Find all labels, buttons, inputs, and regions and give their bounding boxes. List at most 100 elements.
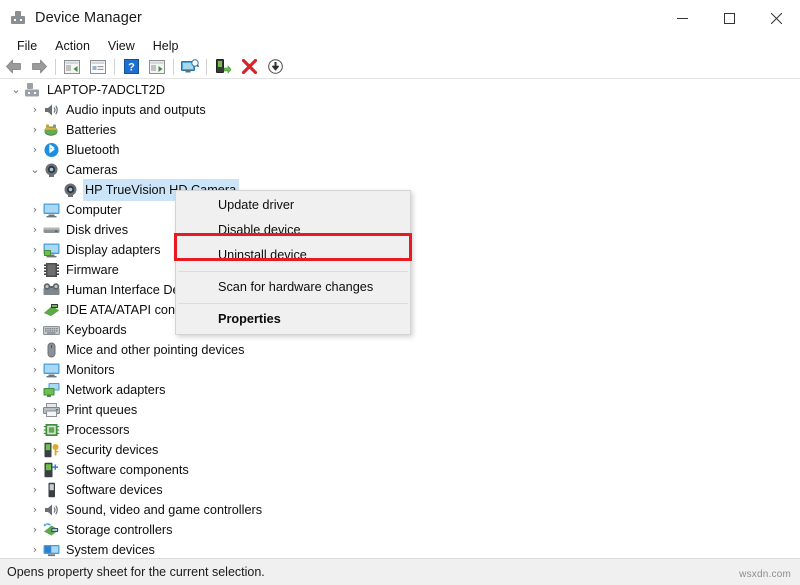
tree-item-label: Monitors [66, 363, 115, 377]
menu-file[interactable]: File [8, 37, 46, 55]
chevron-right-icon[interactable]: › [27, 440, 43, 460]
context-menu[interactable]: Update driver Disable device Uninstall dev… [175, 190, 411, 335]
chevron-right-icon[interactable]: › [27, 280, 43, 300]
tree-item-laptop-7adclt2d[interactable]: ⌄ LAPTOP-7ADCLT2D [0, 80, 800, 100]
close-button[interactable] [753, 0, 800, 36]
chevron-right-icon[interactable]: › [27, 260, 43, 280]
minimize-button[interactable] [659, 0, 706, 36]
menu-action[interactable]: Action [46, 37, 99, 55]
menu-view[interactable]: View [99, 37, 144, 55]
help-icon[interactable]: ? [118, 56, 144, 78]
tree-item-system-devices[interactable]: › System devices [0, 540, 800, 558]
tree-item-label: Network adapters [66, 383, 166, 397]
scan-for-hardware-changes-icon[interactable] [177, 56, 203, 78]
tree-item-monitors[interactable]: › Monitors [0, 360, 800, 380]
hid-icon [43, 282, 60, 298]
battery-icon [43, 122, 60, 138]
show-hidden-devices-icon[interactable] [59, 56, 85, 78]
chevron-right-icon[interactable]: › [27, 200, 43, 220]
window-controls [659, 0, 800, 36]
tree-item-label: Disk drives [66, 223, 129, 237]
camera-icon [62, 182, 79, 198]
update-driver-icon[interactable] [144, 56, 170, 78]
context-menu-separator [178, 271, 408, 272]
chevron-right-icon[interactable]: › [27, 520, 43, 540]
chevron-right-icon[interactable]: › [27, 220, 43, 240]
maximize-button[interactable] [706, 0, 753, 36]
title-bar: Device Manager [0, 0, 800, 36]
tree-item-label: System devices [66, 543, 155, 557]
properties-icon[interactable] [85, 56, 111, 78]
toolbar: ? [0, 55, 800, 79]
download-icon[interactable] [262, 56, 288, 78]
tree-item-batteries[interactable]: › Batteries [0, 120, 800, 140]
disk-drive-icon [43, 222, 60, 238]
display-adapter-icon [43, 242, 60, 258]
tree-item-label: Batteries [66, 123, 117, 137]
add-device-icon[interactable] [210, 56, 236, 78]
chevron-right-icon[interactable]: › [27, 460, 43, 480]
storage-controller-icon [43, 522, 60, 538]
camera-icon [43, 162, 60, 178]
tree-item-label: Security devices [66, 443, 159, 457]
monitor-icon [43, 202, 60, 218]
tree-item-processors[interactable]: › Processors [0, 420, 800, 440]
tree-item-label: Cameras [66, 163, 118, 177]
chevron-down-icon[interactable]: ⌄ [8, 80, 24, 100]
chevron-right-icon[interactable]: › [27, 240, 43, 260]
tree-item-label: Display adapters [66, 243, 161, 257]
status-bar: Opens property sheet for the current sel… [0, 558, 800, 585]
chevron-right-icon[interactable]: › [27, 360, 43, 380]
chevron-right-icon[interactable]: › [27, 380, 43, 400]
context-menu-item-uninstall-device[interactable]: Uninstall device [176, 243, 410, 268]
tree-item-software-devices[interactable]: › Software devices [0, 480, 800, 500]
tree-item-label: Sound, video and game controllers [66, 503, 263, 517]
uninstall-device-icon[interactable] [236, 56, 262, 78]
chevron-right-icon[interactable]: › [27, 500, 43, 520]
tree-item-cameras[interactable]: ⌄ Cameras [0, 160, 800, 180]
chevron-right-icon[interactable]: › [27, 400, 43, 420]
tree-item-storage-controllers[interactable]: › Storage controllers [0, 520, 800, 540]
network-adapter-icon [43, 382, 60, 398]
status-text: Opens property sheet for the current sel… [7, 565, 265, 579]
chevron-right-icon[interactable]: › [27, 140, 43, 160]
device-manager-icon [10, 10, 26, 26]
svg-text:?: ? [128, 62, 135, 74]
software-device-icon [43, 482, 60, 498]
tree-item-audio-inputs-and-outputs[interactable]: › Audio inputs and outputs [0, 100, 800, 120]
context-menu-separator [178, 303, 408, 304]
context-menu-item-scan-for-hardware-changes[interactable]: Scan for hardware changes [176, 275, 410, 300]
chevron-right-icon[interactable]: › [27, 300, 43, 320]
keyboard-icon [43, 322, 60, 338]
context-menu-item-update-driver[interactable]: Update driver [176, 193, 410, 218]
mouse-icon [43, 342, 60, 358]
tree-item-security-devices[interactable]: › Security devices [0, 440, 800, 460]
speaker-icon [43, 502, 60, 518]
tree-item-network-adapters[interactable]: › Network adapters [0, 380, 800, 400]
tree-item-label: Print queues [66, 403, 138, 417]
tree-item-print-queues[interactable]: › Print queues [0, 400, 800, 420]
back-icon[interactable] [0, 56, 26, 78]
tree-item-label: Mice and other pointing devices [66, 343, 245, 357]
watermark: wsxdn.com [739, 569, 791, 580]
chevron-right-icon[interactable]: › [27, 340, 43, 360]
tree-item-mice-and-other-pointing-devices[interactable]: › Mice and other pointing devices [0, 340, 800, 360]
chevron-right-icon[interactable]: › [27, 120, 43, 140]
forward-icon[interactable] [26, 56, 52, 78]
tree-item-software-components[interactable]: › Software components [0, 460, 800, 480]
chevron-down-icon[interactable]: ⌄ [27, 160, 43, 180]
tree-item-sound-video-and-game-controllers[interactable]: › Sound, video and game controllers [0, 500, 800, 520]
toolbar-separator-1 [55, 58, 56, 75]
tree-item-bluetooth[interactable]: › Bluetooth [0, 140, 800, 160]
toolbar-separator-3 [173, 58, 174, 75]
chevron-right-icon[interactable]: › [27, 480, 43, 500]
processor-icon [43, 422, 60, 438]
chevron-right-icon[interactable]: › [27, 320, 43, 340]
menu-help[interactable]: Help [144, 37, 188, 55]
context-menu-item-properties[interactable]: Properties [176, 307, 410, 332]
chevron-right-icon[interactable]: › [27, 540, 43, 558]
tree-item-label: Firmware [66, 263, 119, 277]
chevron-right-icon[interactable]: › [27, 100, 43, 120]
chevron-right-icon[interactable]: › [27, 420, 43, 440]
context-menu-item-disable-device[interactable]: Disable device [176, 218, 410, 243]
